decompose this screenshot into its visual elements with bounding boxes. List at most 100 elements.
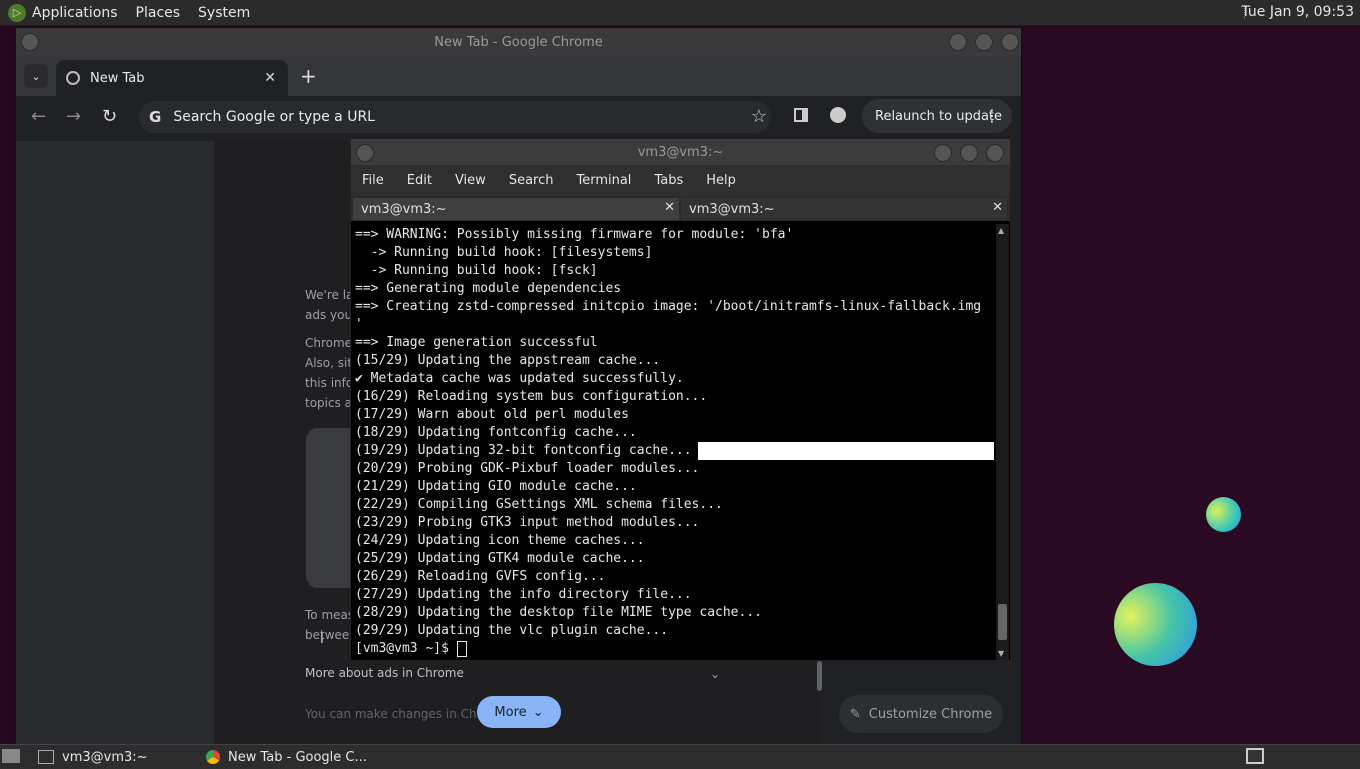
terminal-tab-label: vm3@vm3:~ [689, 201, 775, 217]
you-can-make-changes-text: You can make changes in Chr [305, 707, 482, 721]
output-line: (15/29) Updating the appstream cache... [355, 353, 661, 368]
relaunch-label: Relaunch to update [875, 108, 1003, 124]
bookmark-star-icon[interactable]: ☆ [751, 106, 767, 127]
output-line: (24/29) Updating icon theme caches... [355, 533, 645, 548]
terminal-tab-1[interactable]: vm3@vm3:~ ✕ [353, 198, 679, 220]
shell-prompt: [vm3@vm3 ~]$ [355, 641, 457, 656]
close-window-button[interactable] [1001, 33, 1019, 51]
panel-clock[interactable]: Tue Jan 9, 09:53 [1241, 4, 1354, 20]
address-placeholder: Search Google or type a URL [173, 109, 375, 125]
output-line: (16/29) Reloading system bus configurati… [355, 389, 708, 404]
taskbar-item-chrome[interactable]: New Tab - Google C... [206, 746, 406, 768]
terminal-output[interactable]: ==> WARNING: Possibly missing firmware f… [351, 224, 996, 660]
minimize-button[interactable] [934, 144, 952, 162]
terminal-tab-2[interactable]: vm3@vm3:~ ✕ [681, 198, 1007, 220]
output-line: ==> Image generation successful [355, 335, 598, 350]
output-line: (20/29) Probing GDK-Pixbuf loader module… [355, 461, 700, 476]
side-panel-icon[interactable] [794, 108, 808, 122]
more-button-label: More [494, 704, 527, 720]
pencil-icon: ✎ [849, 706, 861, 722]
close-icon[interactable]: ✕ [664, 200, 675, 215]
menu-terminal[interactable]: Terminal [576, 173, 631, 188]
notice-text-line: ads you [305, 308, 353, 322]
output-line: -> Running build hook: [filesystems] [355, 245, 653, 260]
maximize-button[interactable] [960, 144, 978, 162]
output-line: (25/29) Updating GTK4 module cache... [355, 551, 645, 566]
mouse-ibeam-cursor-icon: I [320, 632, 324, 647]
prompt-line[interactable]: [vm3@vm3 ~]$ [355, 640, 467, 658]
output-line: ==> Creating zstd-compressed initcpio im… [355, 299, 982, 314]
forward-icon[interactable]: → [66, 106, 81, 127]
terminal-menubar: File Edit View Search Terminal Tabs Help [351, 165, 1010, 196]
chrome-icon [206, 750, 220, 764]
close-icon[interactable]: ✕ [992, 200, 1003, 215]
workspace-switcher-icon[interactable] [1246, 748, 1264, 764]
notice-text-line: We're la [305, 288, 354, 302]
menu-applications[interactable]: Applications [32, 5, 118, 21]
profile-avatar-icon[interactable] [830, 107, 846, 123]
taskbar-item-label: vm3@vm3:~ [62, 749, 148, 765]
distro-logo-icon[interactable]: ▷ [8, 3, 26, 22]
output-line: ✔ Metadata cache was updated successfull… [355, 371, 684, 386]
scroll-down-icon[interactable]: ▼ [998, 649, 1004, 658]
output-line: ' [355, 317, 363, 332]
ntp-left-pane [16, 141, 214, 744]
customize-chrome-button[interactable]: ✎ Customize Chrome [839, 695, 1003, 733]
chevron-down-icon[interactable]: ⌄ [710, 667, 720, 681]
relaunch-to-update-button[interactable]: Relaunch to update ⋮ [862, 99, 1012, 133]
chevron-down-icon: ⌄ [532, 704, 544, 720]
more-about-ads-link[interactable]: More about ads in Chrome [305, 666, 464, 680]
output-line: (22/29) Compiling GSettings XML schema f… [355, 497, 723, 512]
menu-places[interactable]: Places [136, 5, 181, 21]
notice-text-line: topics a [305, 396, 353, 410]
output-line: ==> Generating module dependencies [355, 281, 622, 296]
taskbar-item-label: New Tab - Google C... [228, 749, 367, 765]
notice-text-line: this info [305, 376, 354, 390]
output-line: (29/29) Updating the vlc plugin cache... [355, 623, 669, 638]
menu-file[interactable]: File [362, 173, 384, 188]
customize-label: Customize Chrome [868, 706, 993, 722]
tab-strip: ⌄ New Tab ✕ + [16, 56, 1021, 96]
output-line: (18/29) Updating fontconfig cache... [355, 425, 637, 440]
reload-icon[interactable]: ↻ [102, 106, 117, 127]
chrome-window-title: New Tab - Google Chrome [434, 34, 603, 50]
output-line: ==> WARNING: Possibly missing firmware f… [355, 227, 794, 242]
menu-tabs[interactable]: Tabs [654, 173, 683, 188]
terminal-titlebar[interactable]: vm3@vm3:~ [351, 139, 1010, 165]
chrome-titlebar[interactable]: New Tab - Google Chrome [16, 28, 1021, 56]
output-line: (23/29) Probing GTK3 input method module… [355, 515, 700, 530]
notice-text-line: Chrome [305, 336, 353, 350]
tab-search-button[interactable]: ⌄ [24, 64, 48, 88]
close-window-button[interactable] [986, 144, 1004, 162]
terminal-tab-bar: vm3@vm3:~ ✕ vm3@vm3:~ ✕ [351, 196, 1010, 221]
show-desktop-icon[interactable] [2, 749, 20, 763]
more-button[interactable]: More ⌄ [477, 696, 561, 728]
menu-help[interactable]: Help [706, 173, 736, 188]
tab-new-tab[interactable]: New Tab ✕ [56, 60, 288, 96]
window-menu-button[interactable] [356, 144, 374, 162]
window-menu-button[interactable] [21, 33, 39, 51]
terminal-cursor [456, 640, 467, 657]
notice-text-line: Also, sit [305, 356, 353, 370]
menu-view[interactable]: View [455, 173, 486, 188]
taskbar-item-terminal[interactable]: vm3@vm3:~ [38, 746, 200, 768]
minimize-button[interactable] [949, 33, 967, 51]
scrollbar-thumb[interactable] [998, 604, 1007, 640]
ntp-scrollbar[interactable] [817, 661, 822, 691]
close-icon[interactable]: ✕ [264, 70, 276, 86]
back-icon[interactable]: ← [31, 106, 46, 127]
selection-highlight [698, 442, 994, 460]
maximize-button[interactable] [975, 33, 993, 51]
output-line: (28/29) Updating the desktop file MIME t… [355, 605, 762, 620]
decorative-orb-small [1206, 497, 1241, 532]
menu-edit[interactable]: Edit [407, 173, 432, 188]
tab-label: New Tab [90, 70, 145, 86]
new-tab-button[interactable]: + [300, 64, 317, 88]
address-bar[interactable]: G Search Google or type a URL ☆ [139, 101, 771, 133]
terminal-title: vm3@vm3:~ [637, 144, 724, 160]
terminal-scrollbar[interactable]: ▲ ▼ [996, 224, 1009, 660]
menu-search[interactable]: Search [509, 173, 554, 188]
scroll-up-icon[interactable]: ▲ [998, 226, 1004, 235]
menu-system[interactable]: System [198, 5, 250, 21]
kebab-menu-icon[interactable]: ⋮ [984, 106, 1000, 125]
